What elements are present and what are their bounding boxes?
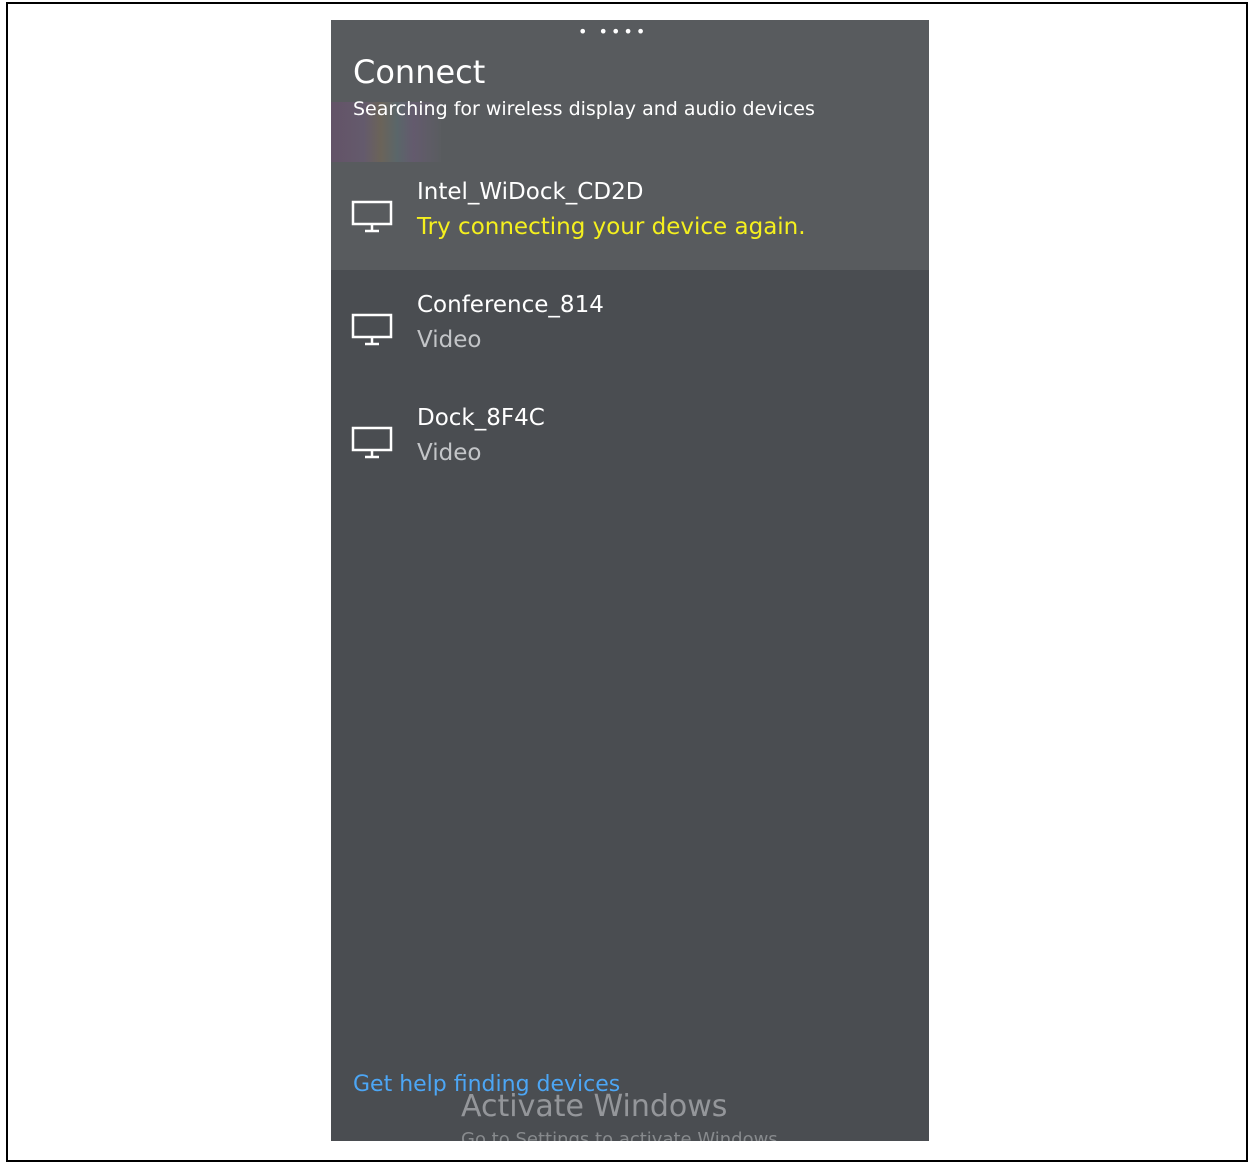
device-item-intel-widock[interactable]: Intel_WiDock_CD2D Try connecting your de…	[331, 160, 929, 270]
device-status: Video	[417, 327, 482, 353]
activate-windows-watermark: Activate Windows	[461, 1089, 728, 1124]
device-status-warning: Try connecting your device again.	[417, 214, 806, 240]
device-status: Video	[417, 440, 482, 466]
monitor-icon	[351, 313, 393, 347]
monitor-icon	[351, 426, 393, 460]
search-status-text: Searching for wireless display and audio…	[353, 98, 815, 120]
device-item-conference-814[interactable]: Conference_814 Video	[331, 273, 929, 383]
monitor-icon	[351, 200, 393, 234]
device-name: Dock_8F4C	[417, 405, 545, 431]
device-name: Intel_WiDock_CD2D	[417, 179, 644, 205]
connect-panel: • •••• Connect Searching for wireless di…	[331, 20, 929, 1141]
activate-windows-subtext: Go to Settings to activate Windows.	[461, 1129, 784, 1141]
drag-indicator[interactable]: • ••••	[578, 24, 648, 40]
panel-title: Connect	[353, 53, 486, 91]
device-name: Conference_814	[417, 292, 604, 318]
device-item-dock-8f4c[interactable]: Dock_8F4C Video	[331, 386, 929, 496]
